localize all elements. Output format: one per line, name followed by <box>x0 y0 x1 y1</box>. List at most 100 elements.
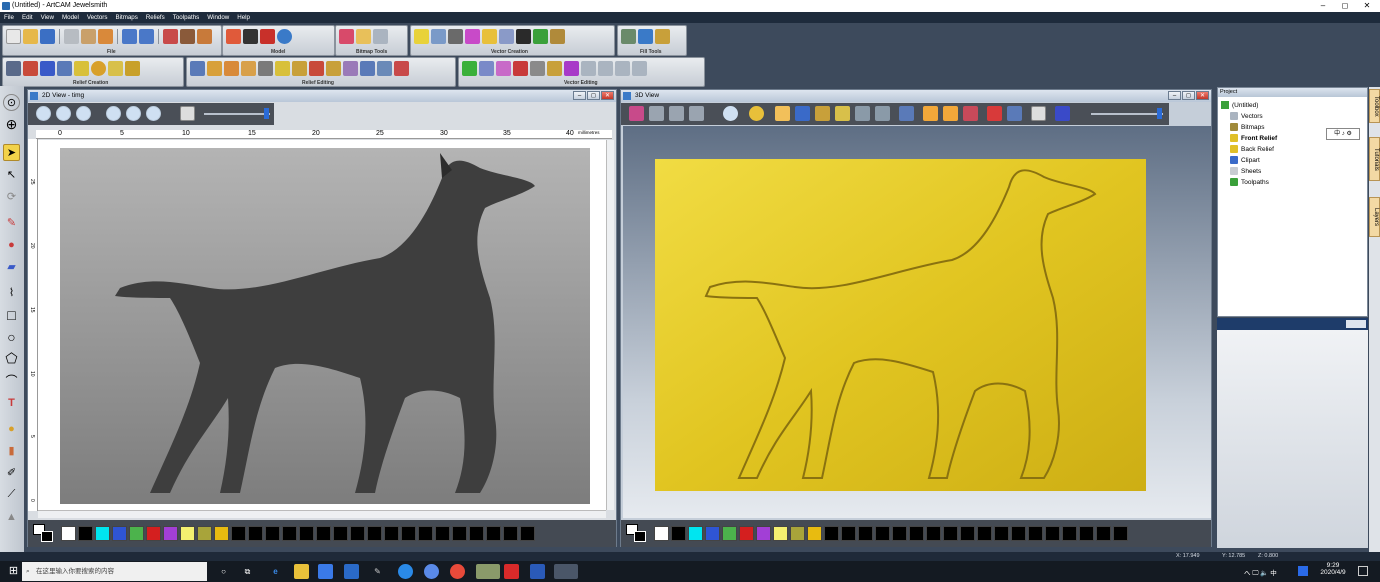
edit-10-icon[interactable] <box>343 61 358 76</box>
camera-icon[interactable] <box>1031 106 1046 121</box>
polygon-icon[interactable]: ⬠ <box>3 350 20 367</box>
palette-swatch[interactable] <box>435 526 450 541</box>
edit-6-icon[interactable] <box>275 61 290 76</box>
palette-swatch[interactable] <box>1028 526 1043 541</box>
palette-swatch[interactable] <box>909 526 924 541</box>
text-icon[interactable] <box>516 29 531 44</box>
vec-edit-4-icon[interactable] <box>513 61 528 76</box>
palette-swatch[interactable] <box>401 526 416 541</box>
zoom-3d-icon[interactable] <box>723 106 738 121</box>
palette-swatch[interactable] <box>95 526 110 541</box>
select-arrow-icon[interactable]: ➤ <box>3 144 20 161</box>
node-icon[interactable] <box>448 29 463 44</box>
model-icon[interactable] <box>180 29 195 44</box>
relief-7-icon[interactable] <box>108 61 123 76</box>
vec-edit-10-icon[interactable] <box>615 61 630 76</box>
edit-9-icon[interactable] <box>326 61 341 76</box>
measure-icon[interactable]: ⟋ <box>3 486 20 503</box>
palette-swatch[interactable] <box>824 526 839 541</box>
grey-surface-2-icon[interactable] <box>875 106 890 121</box>
palette-swatch[interactable] <box>231 526 246 541</box>
edit-4-icon[interactable] <box>241 61 256 76</box>
transform-icon[interactable]: ⟳ <box>3 188 20 205</box>
sculpt-icon[interactable]: ✐ <box>3 464 20 481</box>
fill-3-icon[interactable] <box>655 29 670 44</box>
menu-help[interactable]: Help <box>233 12 254 23</box>
browser-icon[interactable] <box>424 564 439 579</box>
undo-icon[interactable] <box>122 29 137 44</box>
palette-swatch[interactable] <box>146 526 161 541</box>
vec-edit-8-icon[interactable] <box>581 61 596 76</box>
bitmap-tool-3-icon[interactable] <box>373 29 388 44</box>
menu-view[interactable]: View <box>37 12 58 23</box>
maximize-button[interactable]: ◻ <box>1334 0 1356 12</box>
tree-item-bitmaps[interactable]: Bitmaps <box>1230 123 1264 131</box>
store-icon[interactable] <box>318 564 333 579</box>
palette-swatch[interactable] <box>78 526 93 541</box>
iso-view-icon[interactable] <box>629 106 644 121</box>
edit-13-icon[interactable] <box>394 61 409 76</box>
palette-swatch[interactable] <box>418 526 433 541</box>
rectangle-icon[interactable]: □ <box>3 306 20 323</box>
palette-swatch[interactable] <box>739 526 754 541</box>
copy-icon[interactable] <box>81 29 96 44</box>
palette-swatch[interactable] <box>943 526 958 541</box>
palette-swatch[interactable] <box>520 526 535 541</box>
file-explorer-icon[interactable] <box>294 564 309 579</box>
tree-item-sheets[interactable]: Sheets <box>1230 167 1261 175</box>
view-2d-maximize[interactable]: ◻ <box>587 91 600 100</box>
palette-swatch[interactable] <box>503 526 518 541</box>
palette-swatch[interactable] <box>960 526 975 541</box>
eraser-icon[interactable]: ▮ <box>3 442 20 459</box>
bear-icon[interactable] <box>197 29 212 44</box>
view-2d-minimize[interactable]: – <box>573 91 586 100</box>
palette-swatch[interactable] <box>892 526 907 541</box>
system-tray[interactable]: へ 🖵 🔈 中 <box>1244 567 1277 578</box>
vec-edit-1-icon[interactable] <box>462 61 477 76</box>
ime-toolbar[interactable]: 中 ♪ ⚙ <box>1326 128 1360 140</box>
zoom-selected-icon[interactable] <box>146 106 161 121</box>
zoom-out-icon[interactable] <box>56 106 71 121</box>
properties-buttons[interactable] <box>1346 320 1366 328</box>
bitmap-tool-2-icon[interactable] <box>356 29 371 44</box>
word-icon[interactable] <box>530 564 545 579</box>
shade-icon[interactable] <box>943 106 958 121</box>
relief-5-icon[interactable] <box>74 61 89 76</box>
edit-12-icon[interactable] <box>377 61 392 76</box>
edge-icon[interactable]: e <box>268 564 283 579</box>
palette-swatch[interactable] <box>384 526 399 541</box>
palette-swatch[interactable] <box>129 526 144 541</box>
fill-1-icon[interactable] <box>621 29 636 44</box>
app-red-icon[interactable] <box>504 564 519 579</box>
save-icon[interactable] <box>40 29 55 44</box>
palette-swatch[interactable] <box>112 526 127 541</box>
zoom-box-icon[interactable] <box>106 106 121 121</box>
stamp-icon[interactable]: ▲ <box>3 508 20 525</box>
qq-icon[interactable] <box>398 564 413 579</box>
notification-icon[interactable] <box>1358 566 1368 576</box>
view-3d-canvas[interactable] <box>623 126 1211 518</box>
palette-swatch[interactable] <box>994 526 1009 541</box>
view-3d-maximize[interactable]: ◻ <box>1182 91 1195 100</box>
circle-icon[interactable]: ○ <box>3 328 20 345</box>
app-tool-icon[interactable]: ✎ <box>370 564 385 579</box>
palette-swatch[interactable] <box>163 526 178 541</box>
palette-swatch[interactable] <box>926 526 941 541</box>
tab-tutorials[interactable]: Tutorials <box>1369 137 1380 181</box>
palette-swatch[interactable] <box>773 526 788 541</box>
view-3d-minimize[interactable]: – <box>1168 91 1181 100</box>
color-indicator-3d[interactable] <box>626 524 648 544</box>
view-2d-canvas[interactable] <box>38 140 606 510</box>
paint-icon[interactable]: ● <box>3 236 20 253</box>
tree-root[interactable]: (Untitled) <box>1221 101 1258 109</box>
top-view-icon[interactable] <box>689 106 704 121</box>
menu-window[interactable]: Window <box>203 12 233 23</box>
palette-swatch[interactable] <box>977 526 992 541</box>
view-3d-close[interactable]: ✕ <box>1196 91 1209 100</box>
menu-reliefs[interactable]: Reliefs <box>142 12 169 23</box>
new-icon[interactable] <box>6 29 21 44</box>
palette-swatch[interactable] <box>214 526 229 541</box>
star-3d-icon[interactable] <box>923 106 938 121</box>
tree-item-front-relief[interactable]: Front Relief <box>1230 134 1277 142</box>
edit-icon[interactable] <box>163 29 178 44</box>
